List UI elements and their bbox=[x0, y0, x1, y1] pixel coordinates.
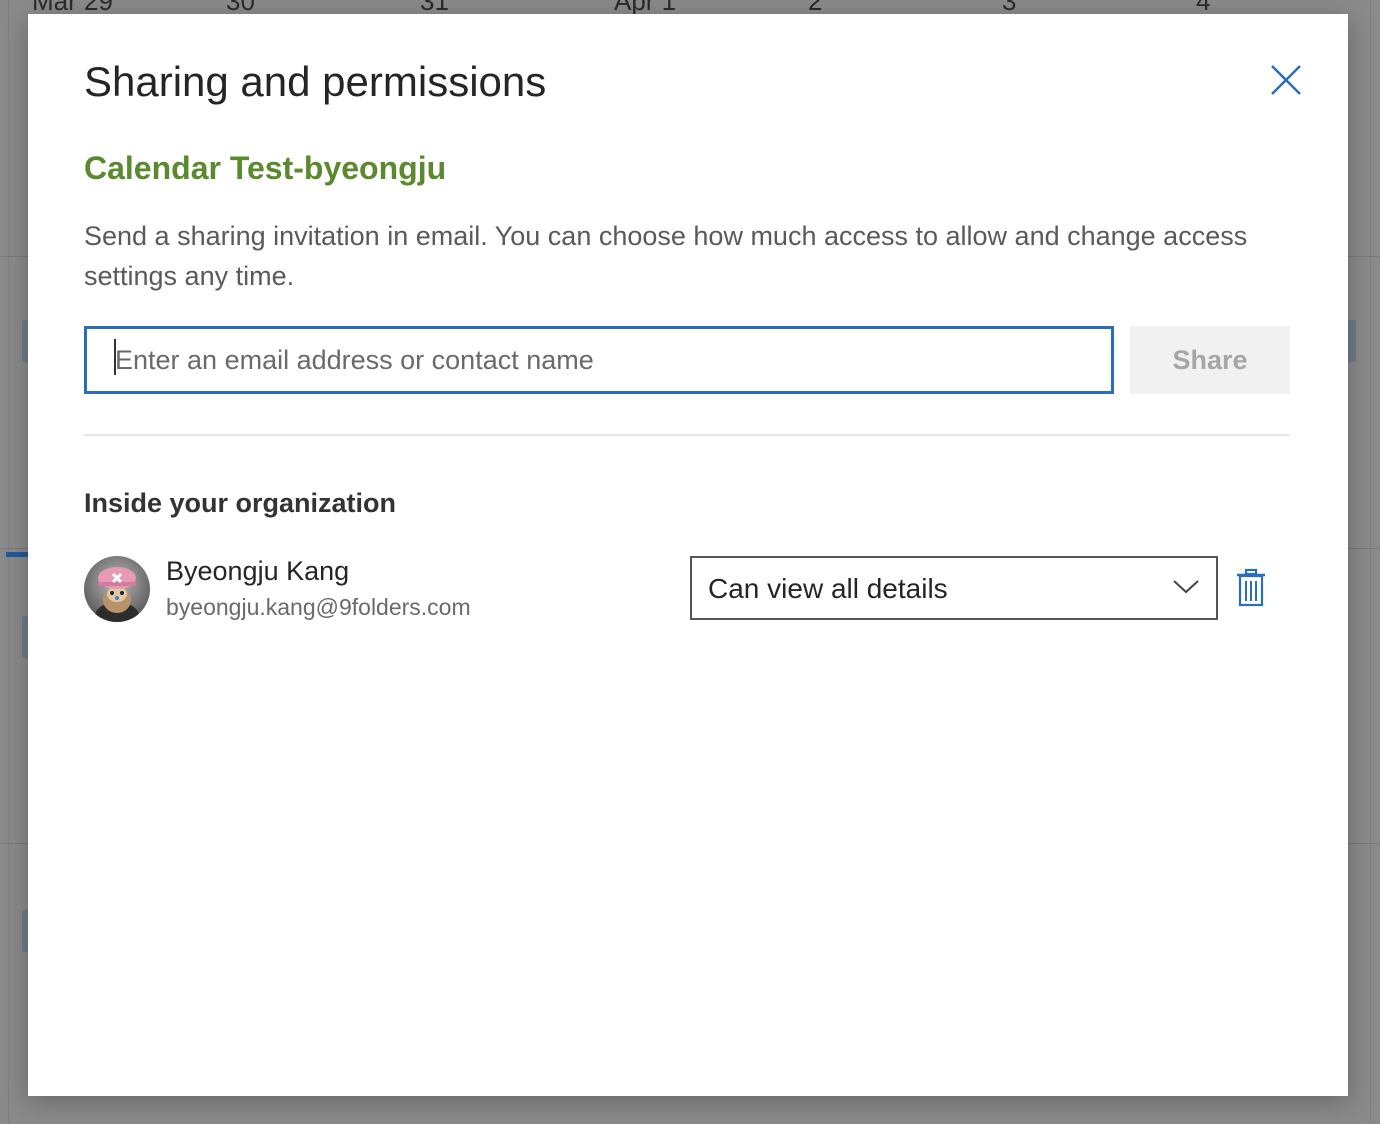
text-cursor bbox=[114, 339, 116, 375]
sharing-dialog: Sharing and permissions Calendar Test-by… bbox=[28, 14, 1348, 1096]
person-email: byeongju.kang@9folders.com bbox=[166, 594, 471, 620]
permission-dropdown[interactable]: Can view all details bbox=[690, 556, 1218, 620]
background-column-line bbox=[1370, 0, 1371, 1124]
background-column-line bbox=[8, 0, 9, 1124]
section-heading-organization: Inside your organization bbox=[84, 488, 397, 518]
chevron-down-icon bbox=[1173, 580, 1199, 594]
delete-button[interactable] bbox=[1234, 568, 1268, 608]
person-name: Byeongju Kang bbox=[166, 556, 350, 586]
divider bbox=[84, 434, 1290, 436]
avatar bbox=[84, 556, 150, 622]
background-today-marker bbox=[6, 552, 30, 557]
dialog-title: Sharing and permissions bbox=[84, 58, 547, 105]
permission-value: Can view all details bbox=[708, 573, 948, 604]
sharing-description: Send a sharing invitation in email. You … bbox=[84, 221, 1248, 291]
close-button[interactable] bbox=[1268, 62, 1304, 98]
trash-icon bbox=[1237, 568, 1265, 607]
email-input[interactable] bbox=[84, 326, 1114, 394]
calendar-name: Calendar Test-byeongju bbox=[84, 150, 447, 186]
share-button[interactable]: Share bbox=[1130, 326, 1290, 394]
close-icon bbox=[1271, 65, 1301, 95]
shared-person-row: Byeongju Kang byeongju.kang@9folders.com… bbox=[84, 556, 1290, 622]
avatar-image bbox=[84, 556, 150, 622]
